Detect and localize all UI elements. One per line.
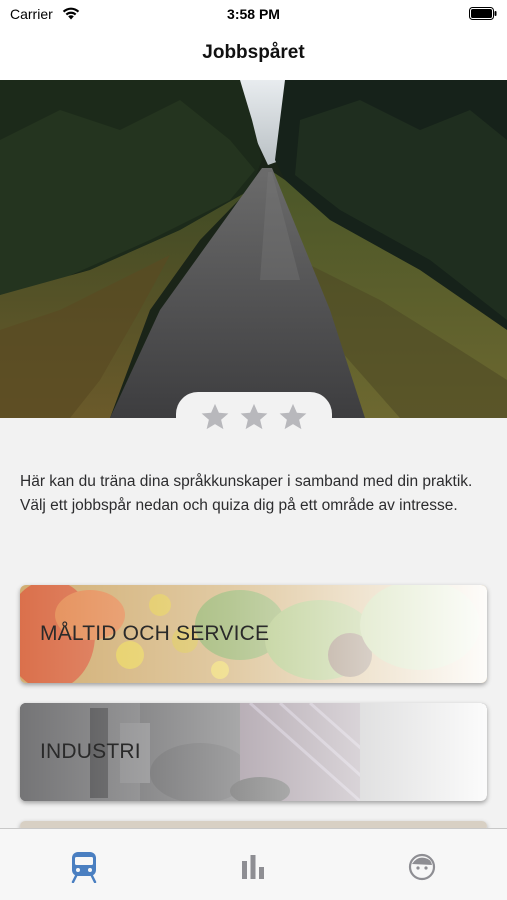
track-card-maltid-och-service[interactable]: MÅLTID OCH SERVICE	[20, 585, 487, 683]
battery-icon	[469, 7, 497, 20]
track-label: INDUSTRI	[40, 740, 141, 763]
status-bar: Carrier 3:58 PM	[0, 0, 507, 30]
train-icon	[71, 852, 97, 883]
track-card-industri[interactable]: INDUSTRI	[20, 703, 487, 801]
star-icon	[201, 403, 229, 430]
navigation-bar: Jobbspåret	[0, 30, 507, 80]
rating-stars	[176, 392, 332, 442]
tab-track[interactable]	[64, 849, 104, 885]
status-time: 3:58 PM	[227, 6, 280, 22]
track-label: MÅLTID OCH SERVICE	[40, 622, 270, 645]
tab-statistics[interactable]	[233, 849, 273, 885]
star-icon	[240, 403, 268, 430]
tab-bar	[0, 828, 507, 900]
intro-text: Här kan du träna dina språkkunskaper i s…	[20, 473, 473, 514]
page-title: Jobbspåret	[202, 42, 305, 63]
face-icon	[408, 853, 436, 881]
star-icon	[279, 403, 307, 430]
bar-chart-icon	[242, 855, 264, 879]
hero-image	[0, 80, 507, 418]
tab-profile[interactable]	[402, 849, 442, 885]
